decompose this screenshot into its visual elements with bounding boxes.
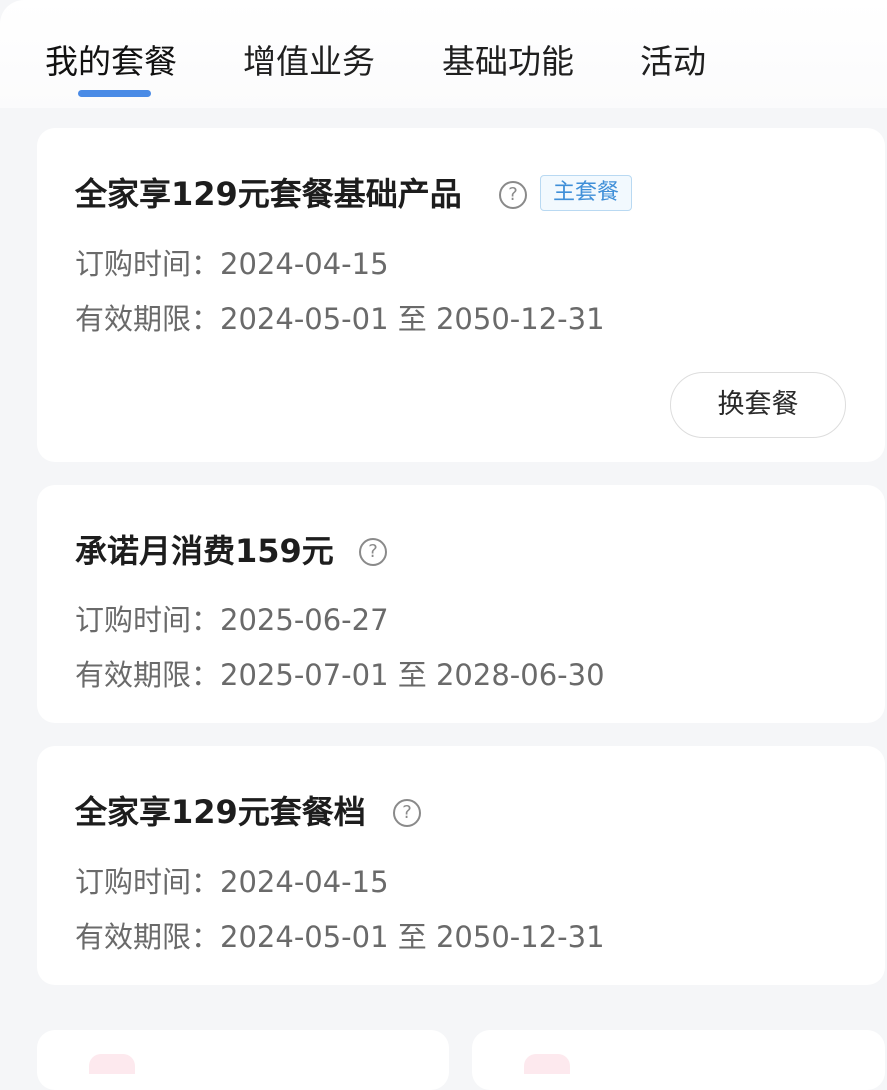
validity-label: 有效期限： — [75, 302, 221, 336]
order-time-label: 订购时间： — [75, 603, 221, 637]
order-time-value: 2024-04-15 — [220, 865, 389, 899]
validity-value: 2025-07-01 至 2028-06-30 — [220, 658, 605, 692]
active-tab-indicator — [78, 90, 151, 97]
plan-card-tier: 全家享129元套餐档 ? 订购时间：2024-04-15 有效期限：2024-0… — [37, 746, 885, 985]
order-time-label: 订购时间： — [75, 865, 221, 899]
plan-title: 全家享129元套餐基础产品 — [75, 175, 462, 213]
order-time-value: 2025-06-27 — [220, 603, 389, 637]
card-icon — [89, 1054, 135, 1074]
tab-basic-functions[interactable]: 基础功能 — [442, 38, 574, 86]
plan-card-main: 全家享129元套餐基础产品 ? 主套餐 订购时间：2024-04-15 有效期限… — [37, 128, 885, 462]
main-plan-badge: 主套餐 — [540, 175, 633, 211]
top-tab-bar: 我的套餐 增值业务 基础功能 活动 — [0, 0, 887, 108]
change-plan-button[interactable]: 换套餐 — [670, 372, 846, 438]
partial-card-right[interactable] — [472, 1030, 885, 1090]
validity-label: 有效期限： — [75, 920, 221, 954]
validity-label: 有效期限： — [75, 658, 221, 692]
help-icon[interactable]: ? — [359, 538, 387, 566]
order-time-label: 订购时间： — [75, 247, 221, 281]
order-time-row: 订购时间：2024-04-15 — [75, 244, 389, 284]
validity-value: 2024-05-01 至 2050-12-31 — [220, 920, 605, 954]
validity-row: 有效期限：2025-07-01 至 2028-06-30 — [75, 655, 605, 695]
help-icon[interactable]: ? — [499, 181, 527, 209]
help-icon[interactable]: ? — [393, 799, 421, 827]
order-time-value: 2024-04-15 — [220, 247, 389, 281]
plan-title: 承诺月消费159元 — [75, 532, 334, 570]
partial-card-left[interactable] — [37, 1030, 449, 1090]
validity-value: 2024-05-01 至 2050-12-31 — [220, 302, 605, 336]
plan-card-commitment: 承诺月消费159元 ? 订购时间：2025-06-27 有效期限：2025-07… — [37, 485, 885, 723]
tab-value-added[interactable]: 增值业务 — [243, 38, 375, 86]
order-time-row: 订购时间：2025-06-27 — [75, 600, 389, 640]
plan-title: 全家享129元套餐档 — [75, 793, 366, 831]
card-icon — [524, 1054, 570, 1074]
validity-row: 有效期限：2024-05-01 至 2050-12-31 — [75, 299, 605, 339]
tab-activities[interactable]: 活动 — [640, 38, 706, 86]
tab-my-plan[interactable]: 我的套餐 — [45, 38, 177, 86]
validity-row: 有效期限：2024-05-01 至 2050-12-31 — [75, 917, 605, 957]
order-time-row: 订购时间：2024-04-15 — [75, 862, 389, 902]
